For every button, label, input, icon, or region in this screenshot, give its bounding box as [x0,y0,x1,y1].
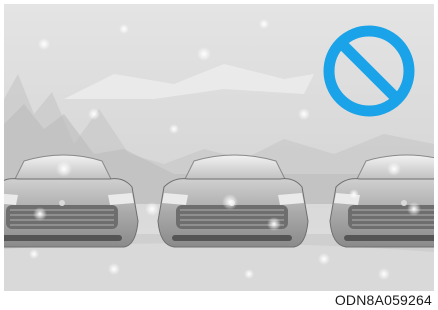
snow-scene-svg [4,4,434,291]
snow-drift [4,243,434,291]
snow-scene-illustration [4,4,434,291]
figure-frame: ODN8A059264 [0,0,438,310]
figure-code: ODN8A059264 [334,292,432,308]
